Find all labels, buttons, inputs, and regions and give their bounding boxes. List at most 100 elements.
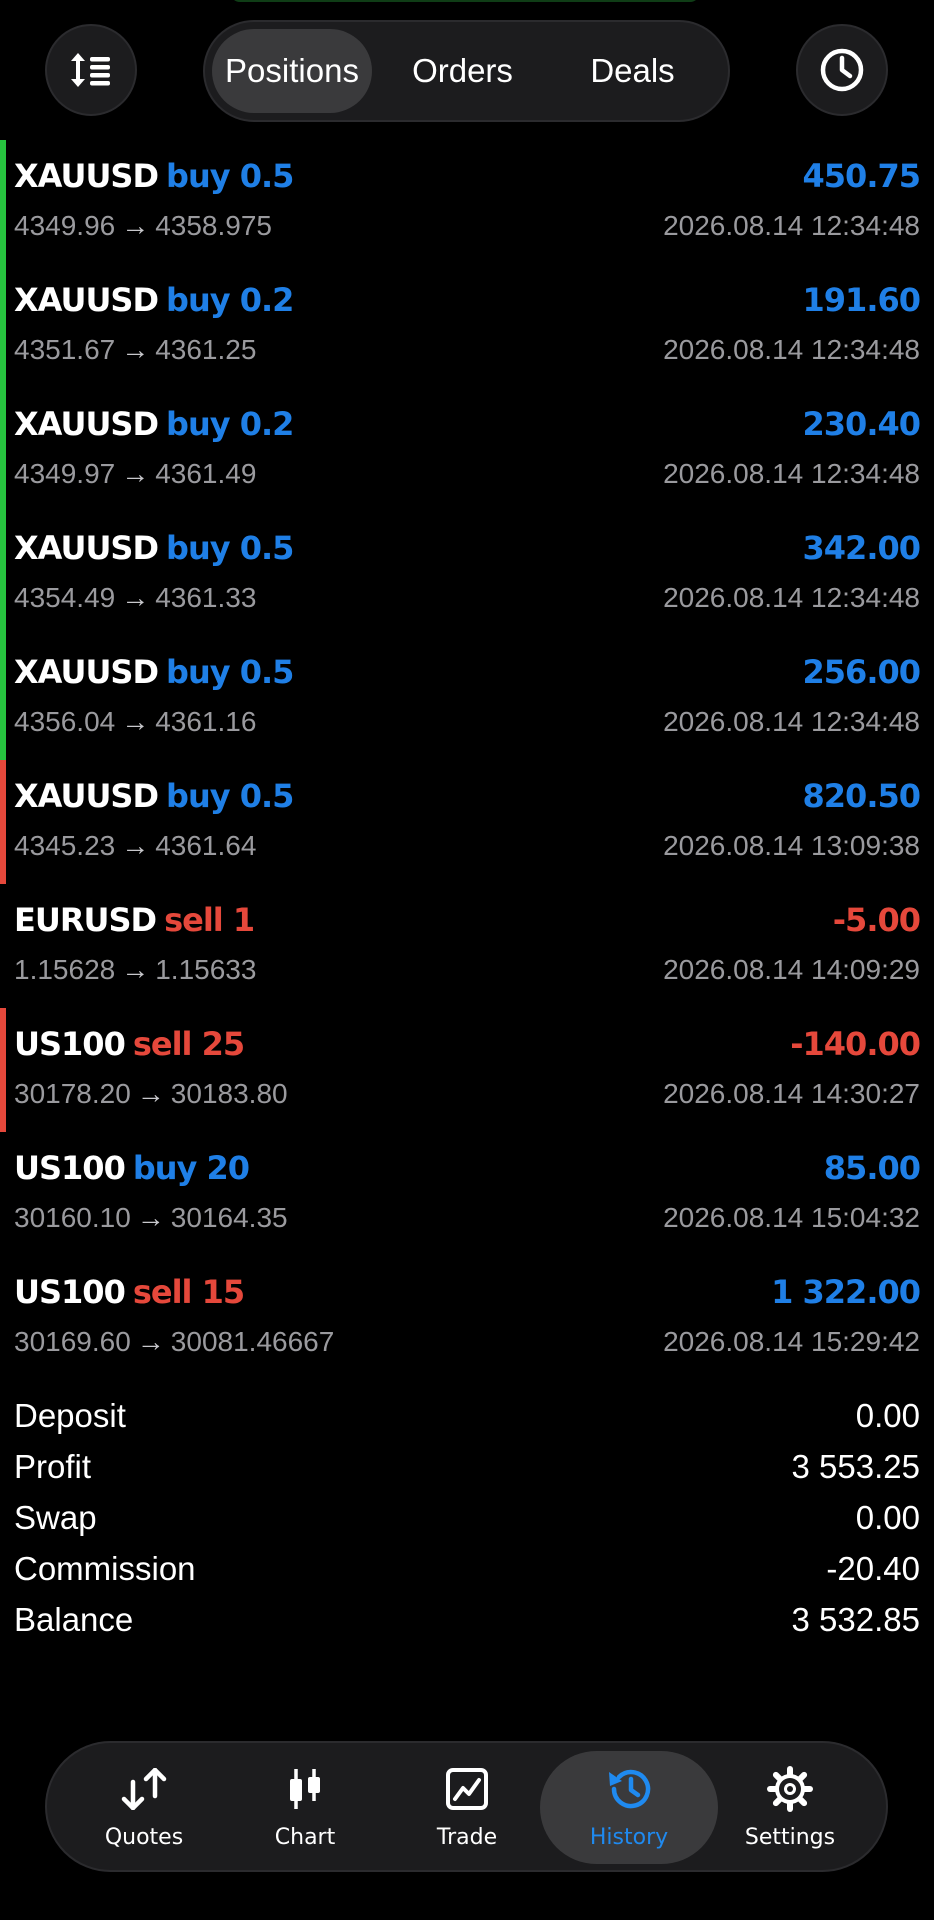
trade-side: buy 0.5 [166, 653, 294, 691]
row-indicator [0, 264, 6, 388]
nav-label: Settings [744, 1825, 836, 1850]
row-indicator [0, 1008, 6, 1132]
arrow-right-icon: → [121, 830, 150, 861]
summary-label: Balance [14, 1600, 134, 1638]
open-price: 1.15628 [14, 954, 116, 985]
open-price: 4356.04 [14, 706, 116, 737]
summary-value: 0.00 [855, 1498, 920, 1536]
trade-symbol: XAUUSD [14, 157, 159, 195]
trade-row[interactable]: XAUUSD buy 0.5 342.00 4354.49 → 4361.33 2026.0… [0, 512, 934, 636]
trade-profit: -140.00 [790, 1025, 921, 1063]
summary-value: 3 532.85 [791, 1600, 920, 1638]
sort-icon [71, 53, 110, 87]
nav-history[interactable]: History [540, 1751, 718, 1864]
trade-time: 2026.08.14 12:34:48 [663, 706, 920, 737]
open-price: 4349.96 [14, 210, 116, 241]
close-price: 30081.46667 [170, 1326, 335, 1357]
trade-time: 2026.08.14 15:29:42 [663, 1326, 920, 1357]
nav-settings[interactable]: Settings [709, 1751, 871, 1864]
open-price: 30160.10 [14, 1202, 131, 1233]
trade-row[interactable]: US100 sell 15 1 322.00 30169.60 → 30081.46667… [0, 1256, 934, 1380]
close-price: 30183.80 [170, 1078, 288, 1109]
arrow-right-icon: → [121, 210, 150, 241]
history-tabs: Positions Orders Deals [203, 20, 730, 122]
summary-label: Deposit [14, 1396, 126, 1434]
trade-time: 2026.08.14 12:34:48 [663, 210, 920, 241]
open-price: 4354.49 [14, 582, 116, 613]
bottom-navigation: Quotes Chart Trade History Settings [45, 1741, 888, 1872]
trade-side: buy 20 [132, 1149, 250, 1187]
arrow-right-icon: → [121, 706, 150, 737]
trade-symbol: US100 [14, 1025, 126, 1063]
trade-symbol: US100 [14, 1273, 126, 1311]
sort-button[interactable] [45, 24, 137, 116]
trade-symbol: XAUUSD [14, 281, 159, 319]
arrow-right-icon: → [121, 334, 150, 365]
trade-row[interactable]: US100 buy 20 85.00 30160.10 → 30164.35 2026.08… [0, 1132, 934, 1256]
trade-profit: 85.00 [823, 1149, 921, 1187]
trade-row[interactable]: XAUUSD buy 0.2 191.60 4351.67 → 4361.25 2026.0… [0, 264, 934, 388]
trade-prices: 4354.49 → 4361.33 [14, 582, 256, 614]
trade-prices: 4349.97 → 4361.49 [14, 458, 256, 490]
summary-label: Commission [14, 1549, 196, 1587]
trade-time: 2026.08.14 15:04:32 [663, 1202, 920, 1233]
candlestick-icon [290, 1769, 320, 1809]
nav-chart[interactable]: Chart [224, 1751, 386, 1864]
arrow-right-icon: → [136, 1326, 165, 1357]
trade-row[interactable]: XAUUSD buy 0.5 820.50 4345.23 → 4361.64 2026.0… [0, 760, 934, 884]
trade-side: buy 0.5 [166, 777, 294, 815]
nav-label: Trade [436, 1825, 498, 1850]
trade-side: buy 0.5 [166, 529, 294, 567]
top-status-glow [230, 0, 700, 2]
trade-time: 2026.08.14 12:34:48 [663, 582, 920, 613]
tab-deals[interactable]: Deals [550, 29, 715, 113]
trade-row[interactable]: XAUUSD buy 0.2 230.40 4349.97 → 4361.49 2026.0… [0, 388, 934, 512]
positions-list: XAUUSD buy 0.5 450.75 4349.96 → 4358.975 2026.… [0, 140, 934, 1380]
summary-row: Commission -20.40 [14, 1543, 920, 1594]
close-price: 4361.49 [155, 458, 257, 489]
row-indicator [0, 140, 6, 264]
trade-side: buy 0.2 [166, 405, 294, 443]
summary-value: 0.00 [855, 1396, 920, 1434]
open-price: 30169.60 [14, 1326, 131, 1357]
open-price: 30178.20 [14, 1078, 131, 1109]
trade-time: 2026.08.14 14:09:29 [663, 954, 920, 985]
trade-symbol: US100 [14, 1149, 126, 1187]
trade-side: buy 0.5 [166, 157, 294, 195]
nav-trade[interactable]: Trade [386, 1751, 548, 1864]
trade-row[interactable]: XAUUSD buy 0.5 256.00 4356.04 → 4361.16 2026.0… [0, 636, 934, 760]
row-indicator [0, 636, 6, 760]
arrow-right-icon: → [136, 1202, 165, 1233]
close-price: 4361.33 [155, 582, 257, 613]
trade-symbol: XAUUSD [14, 653, 159, 691]
account-summary: Deposit 0.00 Profit 3 553.25 Swap 0.00 Commiss… [14, 1390, 920, 1645]
summary-row: Balance 3 532.85 [14, 1594, 920, 1645]
close-price: 30164.35 [170, 1202, 288, 1233]
trade-row[interactable]: XAUUSD buy 0.5 450.75 4349.96 → 4358.975 2026.… [0, 140, 934, 264]
trade-prices: 4345.23 → 4361.64 [14, 830, 256, 862]
close-price: 4358.975 [155, 210, 273, 241]
arrow-right-icon: → [121, 458, 150, 489]
trade-profit: 450.75 [802, 157, 921, 195]
trade-profit: -5.00 [832, 901, 921, 939]
summary-label: Profit [14, 1447, 92, 1485]
arrow-right-icon: → [121, 954, 150, 985]
trade-row[interactable]: EURUSD sell 1 -5.00 1.15628 → 1.15633 2026.08.… [0, 884, 934, 1008]
row-indicator [0, 512, 6, 636]
nav-quotes[interactable]: Quotes [63, 1751, 225, 1864]
tab-orders[interactable]: Orders [380, 29, 545, 113]
trade-chart-icon [446, 1768, 488, 1810]
trade-symbol: XAUUSD [14, 777, 159, 815]
summary-value: -20.40 [826, 1549, 920, 1587]
trade-symbol: EURUSD [14, 901, 157, 939]
trade-prices: 30169.60 → 30081.46667 [14, 1326, 334, 1358]
period-button[interactable] [796, 24, 888, 116]
open-price: 4349.97 [14, 458, 116, 489]
close-price: 1.15633 [155, 954, 257, 985]
row-indicator [0, 388, 6, 512]
tab-positions[interactable]: Positions [212, 29, 372, 113]
trade-row[interactable]: US100 sell 25 -140.00 30178.20 → 30183.80 2026… [0, 1008, 934, 1132]
open-price: 4345.23 [14, 830, 116, 861]
trade-side: sell 25 [132, 1025, 245, 1063]
trade-profit: 230.40 [802, 405, 921, 443]
